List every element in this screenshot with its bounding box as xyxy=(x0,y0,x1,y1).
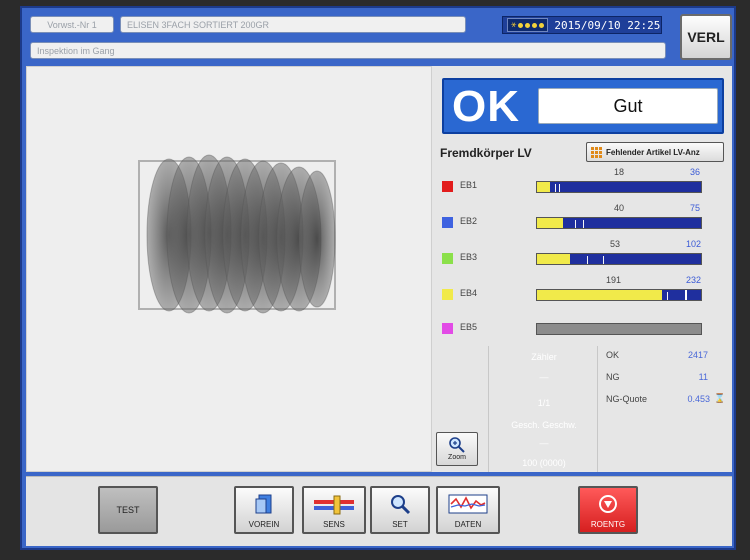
ng-count-value: 11 xyxy=(698,372,708,382)
test-button[interactable]: TEST xyxy=(98,486,158,534)
channel-level-bar xyxy=(536,181,702,193)
ng-count-label: NG xyxy=(606,372,620,382)
roentg-button[interactable]: ROENTG xyxy=(578,486,638,534)
channel-level-fill xyxy=(537,254,570,264)
counter-label: Zähler xyxy=(531,352,557,362)
channel-value: 191 xyxy=(606,275,622,285)
zoom-button[interactable]: Zoom xyxy=(436,432,478,466)
counter-value: 1/1 xyxy=(537,398,551,408)
sensitivity-slider-icon xyxy=(314,495,354,515)
xray-image-view[interactable] xyxy=(26,66,432,472)
status-clock: ⚹ 2015/09/10 22:25 xyxy=(502,16,662,34)
datetime-display: 2015/09/10 22:25 xyxy=(554,18,661,32)
wrench-magnifier-icon xyxy=(391,495,411,515)
counter-separator: — xyxy=(539,372,549,382)
channel-color-swatch xyxy=(442,181,453,192)
channel-level-fill xyxy=(537,182,551,192)
channel-name: EB3 xyxy=(460,252,478,262)
channel-name: EB4 xyxy=(460,288,478,298)
grid-icon xyxy=(591,146,602,158)
inspection-screen: Vorwst.-Nr 1 ELISEN 3FACH SORTIERT 200GR… xyxy=(20,6,736,550)
xray-product-image xyxy=(138,154,336,314)
daten-button[interactable]: DATEN xyxy=(436,486,500,534)
ng-rate-value: 0.453 xyxy=(687,394,710,404)
channel-color-swatch xyxy=(442,253,453,264)
channel-value: 18 xyxy=(614,167,625,177)
channel-level-bar xyxy=(536,253,702,265)
xray-power-icon xyxy=(599,495,617,513)
product-name-field[interactable]: ELISEN 3FACH SORTIERT 200GR xyxy=(120,16,466,33)
set-button[interactable]: SET xyxy=(370,486,430,534)
sens-button[interactable]: SENS xyxy=(302,486,366,534)
channel-name: EB2 xyxy=(460,216,478,226)
channel-level-bar xyxy=(536,289,702,301)
channel-limit: 232 xyxy=(686,275,702,285)
ng-rate-label: NG-Quote xyxy=(606,394,648,404)
counter-area: Zähler — 1/1 Gesch. Geschw. — 100 (0000) xyxy=(488,346,598,472)
channel-row-eb1: EB1 18 36 xyxy=(442,167,724,194)
channel-limit: 36 xyxy=(690,167,701,177)
channel-level-bar xyxy=(536,323,702,335)
vorein-button[interactable]: VOREIN xyxy=(234,486,294,534)
speed-value: 100 (0000) xyxy=(522,458,566,468)
channel-name: EB5 xyxy=(460,322,478,332)
speed-label: Gesch. Geschw. xyxy=(511,420,577,430)
channel-row-eb3: EB3 53 102 xyxy=(442,239,724,266)
access-level-indicator: ⚹ xyxy=(507,18,549,32)
product-number-field[interactable]: Vorwst.-Nr 1 xyxy=(30,16,114,33)
level-dot-icon xyxy=(525,22,531,28)
level-dot-icon xyxy=(532,22,538,28)
missing-article-button[interactable]: Fehlender Artikel LV-Anz xyxy=(586,142,724,162)
level-dot-icon xyxy=(518,22,524,28)
channel-color-swatch xyxy=(442,217,453,228)
channel-limit: 75 xyxy=(690,203,701,213)
result-status-box: OK Gut xyxy=(442,78,724,134)
magnifier-icon xyxy=(449,437,465,453)
ok-count-label: OK xyxy=(606,350,620,360)
status-message: Inspektion im Gang xyxy=(30,42,666,59)
channel-row-eb4: EB4 191 232 xyxy=(442,275,724,302)
foreign-body-title: Fremdkörper LV xyxy=(440,146,532,160)
result-text: Gut xyxy=(538,88,718,124)
key-icon: ⚹ xyxy=(511,20,517,30)
reset-hourglass-icon[interactable]: ⌛ xyxy=(714,393,725,404)
channel-limit: 102 xyxy=(686,239,702,249)
channel-level-fill xyxy=(537,218,564,228)
verl-button[interactable]: VERL xyxy=(680,14,732,60)
channel-color-swatch xyxy=(442,323,453,334)
channel-row-eb2: EB2 40 75 xyxy=(442,203,724,230)
channel-level-bar xyxy=(536,217,702,229)
channel-color-swatch xyxy=(442,289,453,300)
channel-name: EB1 xyxy=(460,180,478,190)
speed-separator: — xyxy=(539,438,549,448)
channel-row-eb5: EB5 xyxy=(442,322,724,336)
result-status: OK xyxy=(452,82,520,131)
channel-level-fill xyxy=(537,290,662,300)
preset-folder-icon xyxy=(255,494,272,514)
channel-value: 53 xyxy=(610,239,621,249)
ok-count-value: 2417 xyxy=(687,350,708,360)
data-waveform-icon xyxy=(448,494,488,514)
channel-value: 40 xyxy=(614,203,625,213)
level-dot-icon xyxy=(539,22,545,28)
